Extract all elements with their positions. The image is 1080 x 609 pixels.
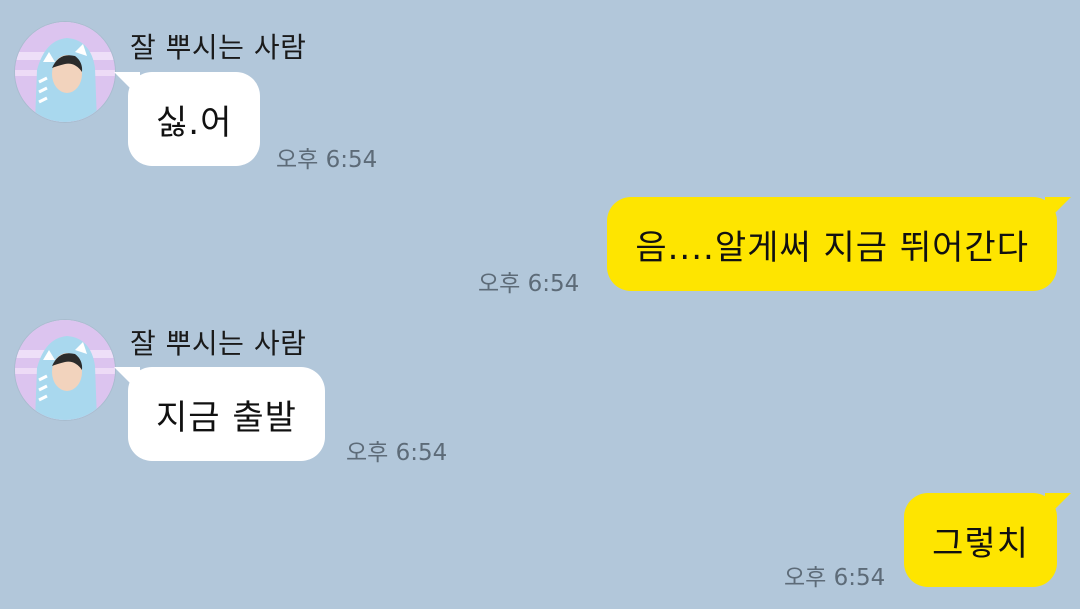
- outgoing-message-bubble[interactable]: 음....알게써 지금 뛰어간다: [607, 197, 1071, 291]
- incoming-message-bubble[interactable]: 지금 출발: [114, 367, 325, 461]
- profile-photo-icon: [15, 320, 115, 420]
- message-timestamp: 오후 6:54: [346, 440, 448, 466]
- chat-room: 잘 뿌시는 사람 싫.어 오후 6:54 음....알게써 지금 뛰어간다 오후…: [0, 0, 1080, 609]
- incoming-message-bubble[interactable]: 싫.어: [113, 72, 261, 166]
- sender-name: 잘 뿌시는 사람: [130, 31, 307, 64]
- message-timestamp: 오후 6:54: [784, 565, 886, 591]
- message-timestamp: 오후 6:54: [478, 271, 580, 297]
- profile-photo-icon: [15, 22, 115, 122]
- sender-name: 잘 뿌시는 사람: [130, 327, 307, 360]
- message-timestamp: 오후 6:54: [276, 147, 378, 173]
- sender-avatar[interactable]: [15, 22, 115, 122]
- outgoing-message-bubble[interactable]: 그렇치: [904, 493, 1071, 587]
- sender-avatar[interactable]: [15, 320, 115, 420]
